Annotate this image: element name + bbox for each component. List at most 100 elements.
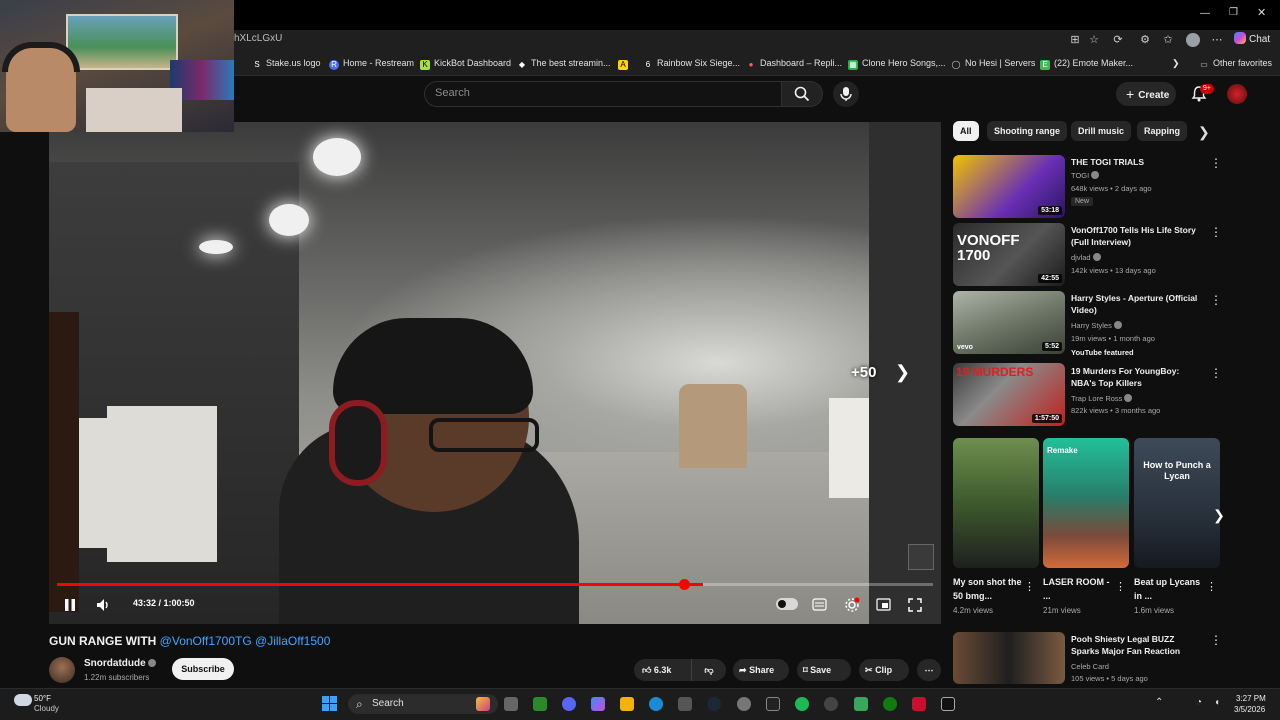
channel-name[interactable]: Celeb Card: [1071, 662, 1109, 671]
steam-icon[interactable]: [707, 697, 721, 711]
share-button[interactable]: ➦ Share: [733, 659, 789, 681]
short-thumbnail[interactable]: How to Punch a Lycan: [1134, 438, 1220, 568]
terminal-icon[interactable]: [533, 697, 547, 711]
volume-icon[interactable]: ◖: [1214, 697, 1220, 708]
favorite-star-icon[interactable]: ☆: [1087, 33, 1101, 47]
miniplayer-icon[interactable]: [876, 598, 891, 611]
minimize-button[interactable]: —: [1200, 8, 1210, 19]
video-title-link[interactable]: VonOff1700 Tells His Life Story (Full In…: [1071, 224, 1205, 248]
short-title[interactable]: LASER ROOM - ...: [1043, 575, 1115, 603]
progress-scrubber-handle[interactable]: [679, 579, 690, 590]
obs-icon[interactable]: [766, 697, 780, 711]
video-thumbnail[interactable]: vevo 5:52: [953, 291, 1065, 354]
channel-avatar[interactable]: [49, 657, 75, 683]
end-screen-thumbnail[interactable]: [908, 544, 934, 570]
video-player[interactable]: [49, 122, 941, 624]
kebab-menu-icon[interactable]: ⋮: [1210, 225, 1222, 239]
clip-button[interactable]: ✂ Clip: [859, 659, 909, 681]
channel-name[interactable]: Snordatdude: [84, 658, 156, 669]
search-button[interactable]: [781, 81, 823, 107]
maximize-button[interactable]: ❐: [1229, 7, 1238, 18]
kebab-menu-icon[interactable]: ⋮: [1210, 156, 1222, 170]
discord-icon[interactable]: [562, 697, 576, 711]
subscribe-button[interactable]: Subscribe: [172, 658, 234, 680]
progress-bar[interactable]: [57, 583, 933, 586]
app-icon[interactable]: [854, 697, 868, 711]
video-title-link[interactable]: Harry Styles - Aperture (Official Video): [1071, 292, 1205, 316]
chip-rapping[interactable]: Rapping: [1137, 121, 1187, 141]
short-title[interactable]: My son shot the 50 bmg...: [953, 575, 1025, 603]
app-icon[interactable]: [912, 697, 926, 711]
bookmark-item[interactable]: R Home - Restream: [329, 58, 414, 70]
file-explorer-icon[interactable]: [620, 697, 634, 711]
wifi-icon[interactable]: ◔: [1196, 697, 1202, 708]
channel-name[interactable]: TOGI: [1071, 171, 1100, 180]
edge-browser-icon[interactable]: [649, 697, 663, 711]
4k-video-icon[interactable]: [824, 697, 838, 711]
chevron-right-icon[interactable]: ❯: [1198, 124, 1210, 141]
chevron-right-icon[interactable]: ❯: [1211, 507, 1227, 527]
channel-name[interactable]: Trap Lore Ross: [1071, 394, 1133, 403]
bookmark-item[interactable]: ◯ No Hesi | Servers: [951, 58, 1036, 70]
more-menu-icon[interactable]: ⋯: [1210, 33, 1224, 47]
search-input[interactable]: [435, 87, 765, 99]
spotify-icon[interactable]: [795, 697, 809, 711]
settings-gear-icon[interactable]: [844, 597, 860, 613]
weather-temperature[interactable]: 50°F: [34, 694, 51, 703]
video-title-link[interactable]: 19 Murders For YoungBoy: NBA's Top Kille…: [1071, 365, 1205, 389]
clock-time[interactable]: 3:27 PM: [1236, 694, 1266, 703]
bookmark-item[interactable]: K KickBot Dashboard: [420, 58, 511, 70]
mention-link[interactable]: @VonOff1700TG: [160, 634, 252, 648]
short-thumbnail[interactable]: [953, 438, 1039, 568]
bookmark-item[interactable]: 6 Rainbow Six Siege...: [643, 58, 740, 70]
pause-icon[interactable]: [63, 597, 77, 613]
volume-icon[interactable]: [95, 597, 111, 613]
bookmark-item[interactable]: S Stake.us logo: [252, 58, 320, 70]
like-button[interactable]: 👍︎ 6.3k: [634, 659, 692, 681]
chip-all[interactable]: All: [953, 121, 979, 141]
kebab-menu-icon[interactable]: ⋮: [1210, 366, 1222, 380]
account-avatar[interactable]: [1227, 84, 1247, 104]
url-text[interactable]: hXLcLGxU: [234, 33, 282, 44]
video-thumbnail[interactable]: 19 MURDERS 1:57:50: [953, 363, 1065, 426]
chip-drill-music[interactable]: Drill music: [1071, 121, 1132, 141]
video-thumbnail[interactable]: [953, 632, 1065, 684]
bookmark-item[interactable]: ◆ The best streamin...: [517, 58, 611, 70]
short-thumbnail[interactable]: Remake: [1043, 438, 1129, 568]
short-title[interactable]: Beat up Lycans in ...: [1134, 575, 1206, 603]
copilot-chat-button[interactable]: Chat: [1234, 32, 1270, 45]
app-available-icon[interactable]: ⊞: [1068, 33, 1082, 47]
bookmark-item[interactable]: A: [618, 58, 632, 70]
windows-start-icon[interactable]: [322, 696, 338, 712]
widgets-icon[interactable]: [476, 697, 490, 711]
fullscreen-icon[interactable]: [908, 598, 922, 612]
store-icon[interactable]: [678, 697, 692, 711]
bookmarks-overflow-icon[interactable]: ❯: [1172, 58, 1180, 69]
video-thumbnail[interactable]: 53:18: [953, 155, 1065, 218]
kebab-menu-icon[interactable]: ⋮: [1115, 580, 1126, 593]
chip-shooting-range[interactable]: Shooting range: [987, 121, 1067, 141]
video-title-link[interactable]: Pooh Shiesty Legal BUZZ Sparks Major Fan…: [1071, 633, 1205, 657]
kebab-menu-icon[interactable]: ⋮: [1210, 293, 1222, 307]
chevron-up-icon[interactable]: ⌃: [1155, 697, 1163, 708]
app-icon[interactable]: [737, 697, 751, 711]
video-thumbnail[interactable]: VONOFF 1700 42:55: [953, 223, 1065, 286]
xbox-icon[interactable]: [883, 697, 897, 711]
channel-name[interactable]: djvlad: [1071, 253, 1101, 262]
profile-avatar[interactable]: [1186, 33, 1200, 47]
close-window-button[interactable]: ✕: [1257, 6, 1266, 19]
dislike-button[interactable]: 👎︎: [694, 659, 724, 681]
bookmark-item[interactable]: ▦ Clone Hero Songs,...: [848, 58, 946, 70]
favorites-icon[interactable]: ✩: [1161, 33, 1175, 47]
create-button[interactable]: + Create: [1116, 82, 1176, 106]
video-title-link[interactable]: THE TOGI TRIALS: [1071, 156, 1205, 168]
kebab-menu-icon[interactable]: ⋮: [1206, 580, 1217, 593]
refresh-icon[interactable]: ⟳: [1111, 33, 1125, 47]
clock-date[interactable]: 3/5/2026: [1234, 705, 1265, 714]
channel-name[interactable]: Harry Styles: [1071, 321, 1122, 330]
other-favorites-folder[interactable]: ▭ Other favorites: [1199, 58, 1272, 70]
app-icon[interactable]: [941, 697, 955, 711]
bookmark-item[interactable]: ● Dashboard – Repli...: [746, 58, 842, 70]
extensions-icon[interactable]: ⚙: [1138, 33, 1152, 47]
subtitles-icon[interactable]: [812, 598, 827, 611]
